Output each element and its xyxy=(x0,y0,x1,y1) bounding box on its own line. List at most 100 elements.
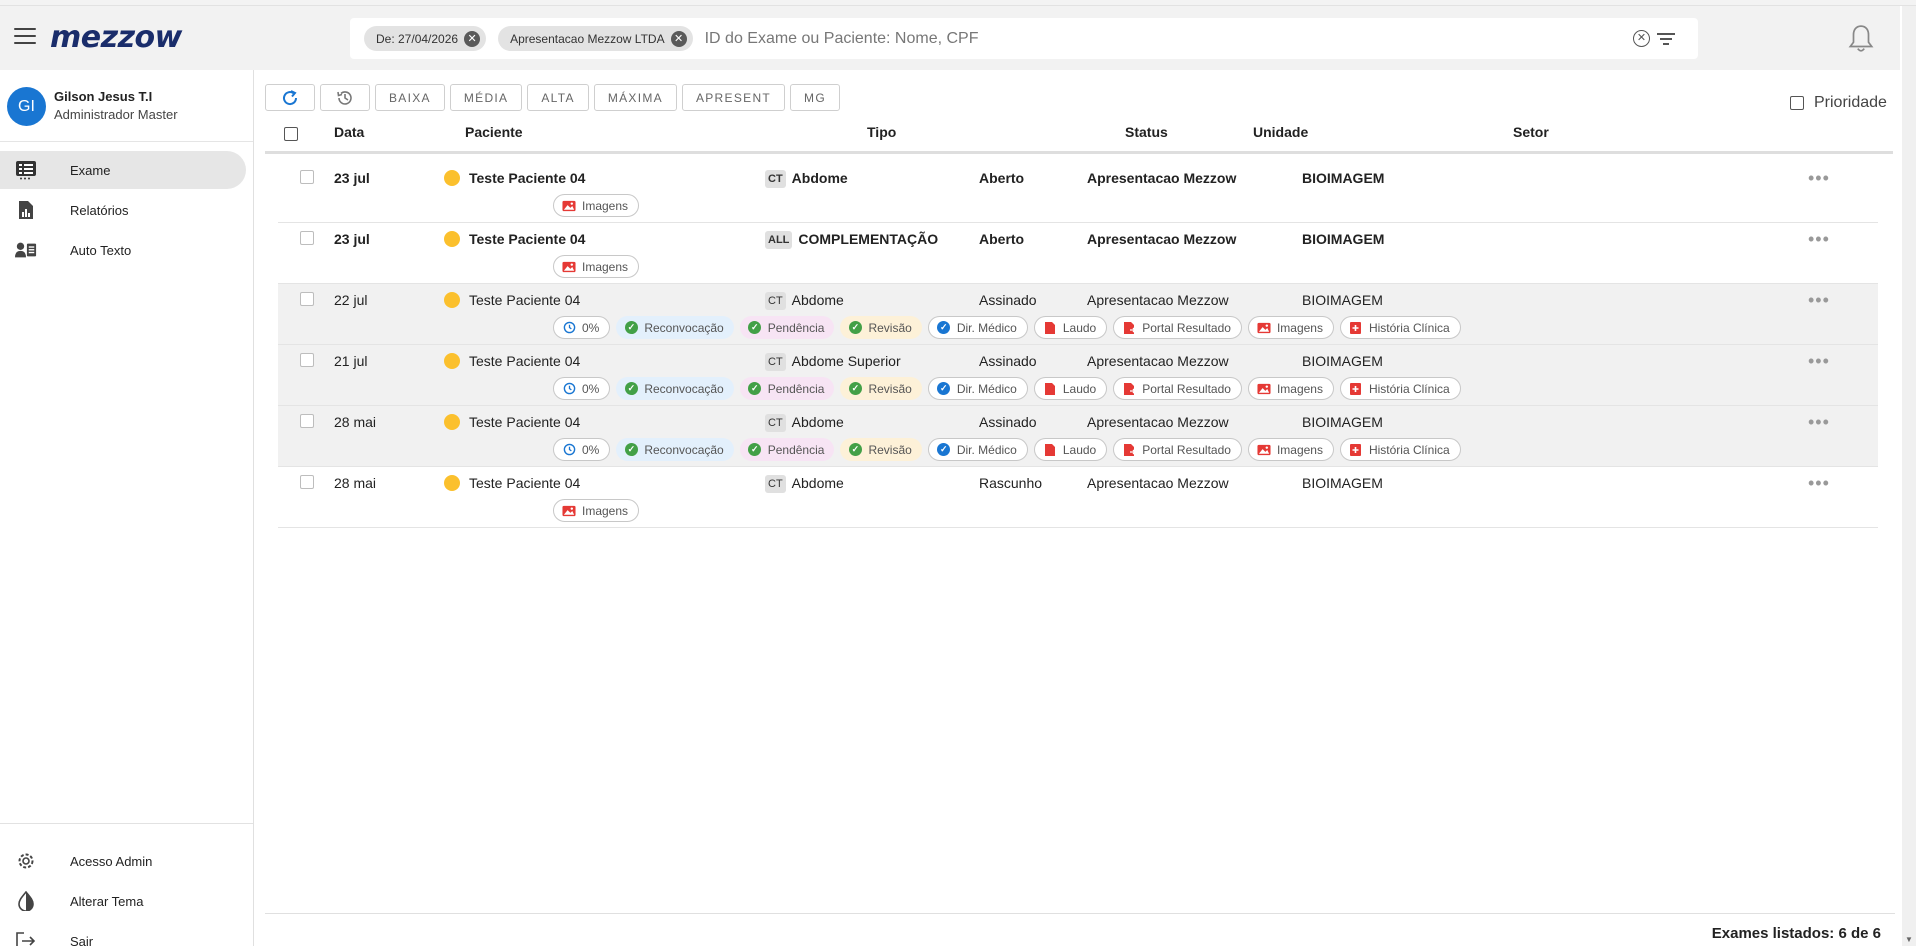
row-checkbox[interactable] xyxy=(300,170,314,184)
more-options-icon[interactable]: ••• xyxy=(1808,473,1830,494)
priority-apresent-button[interactable]: APRESENT xyxy=(681,84,786,111)
tag-historia-clinica[interactable]: História Clínica xyxy=(1339,377,1461,400)
more-options-icon[interactable]: ••• xyxy=(1808,351,1830,372)
tag-reconvocacao[interactable]: ✓ Reconvocação xyxy=(616,377,734,400)
clock-icon xyxy=(562,321,576,335)
tag-revisao[interactable]: ✓ Revisão xyxy=(840,377,922,400)
page-scrollbar[interactable]: ▼ xyxy=(1902,6,1916,946)
more-options-icon[interactable]: ••• xyxy=(1808,412,1830,433)
sidebar-item-sair[interactable]: Sair xyxy=(0,922,246,946)
table-row[interactable]: 21 jul Teste Paciente 04 CT Abdome Superior… xyxy=(278,345,1878,406)
tag-portal-resultado[interactable]: Portal Resultado xyxy=(1113,438,1242,461)
tag-dir-medico[interactable]: ✓ Dir. Médico xyxy=(927,377,1028,400)
tag-label: História Clínica xyxy=(1368,381,1450,396)
tag-revisao[interactable]: ✓ Revisão xyxy=(840,438,922,461)
search-input[interactable] xyxy=(704,29,1633,48)
clinical-history-icon xyxy=(1349,443,1363,457)
row-checkbox[interactable] xyxy=(300,292,314,306)
tag-progress[interactable]: 0% xyxy=(553,438,611,461)
clear-search-icon[interactable]: ✕ xyxy=(1633,30,1650,47)
filter-icon[interactable] xyxy=(1656,31,1676,47)
row-checkbox[interactable] xyxy=(300,414,314,428)
row-checkbox[interactable] xyxy=(300,475,314,489)
tag-label: 0% xyxy=(582,320,600,335)
col-header-status[interactable]: Status xyxy=(1125,124,1168,140)
tag-dir-medico[interactable]: ✓ Dir. Médico xyxy=(927,316,1028,339)
tag-portal-resultado[interactable]: Portal Resultado xyxy=(1113,377,1242,400)
priority-toggle[interactable]: Prioridade xyxy=(1790,94,1887,112)
tag-pendencia[interactable]: ✓ Pendência xyxy=(739,316,835,339)
tag-reconvocacao[interactable]: ✓ Reconvocação xyxy=(616,438,734,461)
patient-cell[interactable]: Teste Paciente 04 xyxy=(444,353,580,369)
sidebar-item-acesso-admin[interactable]: Acesso Admin xyxy=(0,842,246,880)
tag-revisao[interactable]: ✓ Revisão xyxy=(840,316,922,339)
table-row[interactable]: 28 mai Teste Paciente 04 CT Abdome Assinado A… xyxy=(278,406,1878,467)
sidebar: GI Gilson Jesus T.I Administrador Master… xyxy=(0,70,254,946)
tag-imagens[interactable]: Imagens xyxy=(553,194,640,217)
tag-laudo[interactable]: Laudo xyxy=(1033,316,1108,339)
tag-portal-resultado[interactable]: Portal Resultado xyxy=(1113,316,1242,339)
row-checkbox[interactable] xyxy=(300,231,314,245)
col-header-setor[interactable]: Setor xyxy=(1513,124,1549,140)
priority-media-button[interactable]: MÉDIA xyxy=(449,84,523,111)
chip-close-icon[interactable]: ✕ xyxy=(670,30,687,47)
more-options-icon[interactable]: ••• xyxy=(1808,229,1830,250)
tag-label: Portal Resultado xyxy=(1142,442,1231,457)
table-row[interactable]: 23 jul Teste Paciente 04 CT Abdome Aberto Apr… xyxy=(278,162,1878,223)
tag-imagens[interactable]: Imagens xyxy=(1247,438,1334,461)
table-row[interactable]: 28 mai Teste Paciente 04 CT Abdome Rascunho A… xyxy=(278,467,1878,528)
tag-imagens[interactable]: Imagens xyxy=(553,499,640,522)
tag-label: Reconvocação xyxy=(644,320,724,335)
tag-pendencia[interactable]: ✓ Pendência xyxy=(739,377,835,400)
more-options-icon[interactable]: ••• xyxy=(1808,168,1830,189)
row-checkbox[interactable] xyxy=(300,353,314,367)
menu-icon[interactable] xyxy=(14,28,36,46)
refresh-button[interactable] xyxy=(265,84,315,111)
more-options-icon[interactable]: ••• xyxy=(1808,290,1830,311)
patient-name: Teste Paciente 04 xyxy=(469,231,586,247)
priority-alta-button[interactable]: ALTA xyxy=(527,84,589,111)
col-header-tipo[interactable]: Tipo xyxy=(867,124,896,140)
tag-pendencia[interactable]: ✓ Pendência xyxy=(739,438,835,461)
tag-laudo[interactable]: Laudo xyxy=(1033,377,1108,400)
check-circle-icon: ✓ xyxy=(748,443,762,457)
tag-imagens[interactable]: Imagens xyxy=(1247,316,1334,339)
tag-laudo[interactable]: Laudo xyxy=(1033,438,1108,461)
table-row[interactable]: 23 jul Teste Paciente 04 ALL COMPLEMENTAÇÃO… xyxy=(278,223,1878,284)
tag-imagens[interactable]: Imagens xyxy=(553,255,640,278)
sidebar-item-relatorios[interactable]: Relatórios xyxy=(0,191,246,229)
search-bar: De: 27/04/2026 ✕ Apresentacao Mezzow LTD… xyxy=(350,18,1698,59)
sidebar-item-alterar-tema[interactable]: Alterar Tema xyxy=(0,882,246,920)
table-row[interactable]: 22 jul Teste Paciente 04 CT Abdome Assinado A… xyxy=(278,284,1878,345)
history-button[interactable] xyxy=(320,84,370,111)
priority-maxima-button[interactable]: MÁXIMA xyxy=(593,84,677,111)
patient-cell[interactable]: Teste Paciente 04 xyxy=(444,475,580,491)
chip-close-icon[interactable]: ✕ xyxy=(464,30,481,47)
avatar[interactable]: GI xyxy=(7,87,46,126)
priority-baixa-button[interactable]: BAIXA xyxy=(375,84,445,111)
priority-mg-button[interactable]: MG xyxy=(790,84,840,111)
notification-bell-icon[interactable] xyxy=(1848,24,1874,54)
tag-progress[interactable]: 0% xyxy=(553,316,611,339)
patient-name: Teste Paciente 04 xyxy=(469,170,586,186)
col-header-paciente[interactable]: Paciente xyxy=(465,124,523,140)
exam-date: 21 jul xyxy=(334,353,368,369)
sidebar-item-auto-texto[interactable]: Auto Texto xyxy=(0,231,246,269)
tag-imagens[interactable]: Imagens xyxy=(1247,377,1334,400)
priority-checkbox[interactable] xyxy=(1790,96,1804,110)
tag-dir-medico[interactable]: ✓ Dir. Médico xyxy=(927,438,1028,461)
tag-historia-clinica[interactable]: História Clínica xyxy=(1339,438,1461,461)
sidebar-item-exame[interactable]: Exame xyxy=(0,151,246,189)
patient-cell[interactable]: Teste Paciente 04 xyxy=(444,292,580,308)
patient-cell[interactable]: Teste Paciente 04 xyxy=(444,414,580,430)
patient-cell[interactable]: Teste Paciente 04 xyxy=(444,170,585,186)
select-all-checkbox[interactable] xyxy=(284,127,298,141)
col-header-data[interactable]: Data xyxy=(334,124,364,140)
patient-cell[interactable]: Teste Paciente 04 xyxy=(444,231,585,247)
tag-historia-clinica[interactable]: História Clínica xyxy=(1339,316,1461,339)
col-header-unidade[interactable]: Unidade xyxy=(1253,124,1308,140)
tag-progress[interactable]: 0% xyxy=(553,377,611,400)
tag-reconvocacao[interactable]: ✓ Reconvocação xyxy=(616,316,734,339)
exam-type-cell: CT Abdome xyxy=(765,475,844,493)
tag-label: História Clínica xyxy=(1368,320,1450,335)
